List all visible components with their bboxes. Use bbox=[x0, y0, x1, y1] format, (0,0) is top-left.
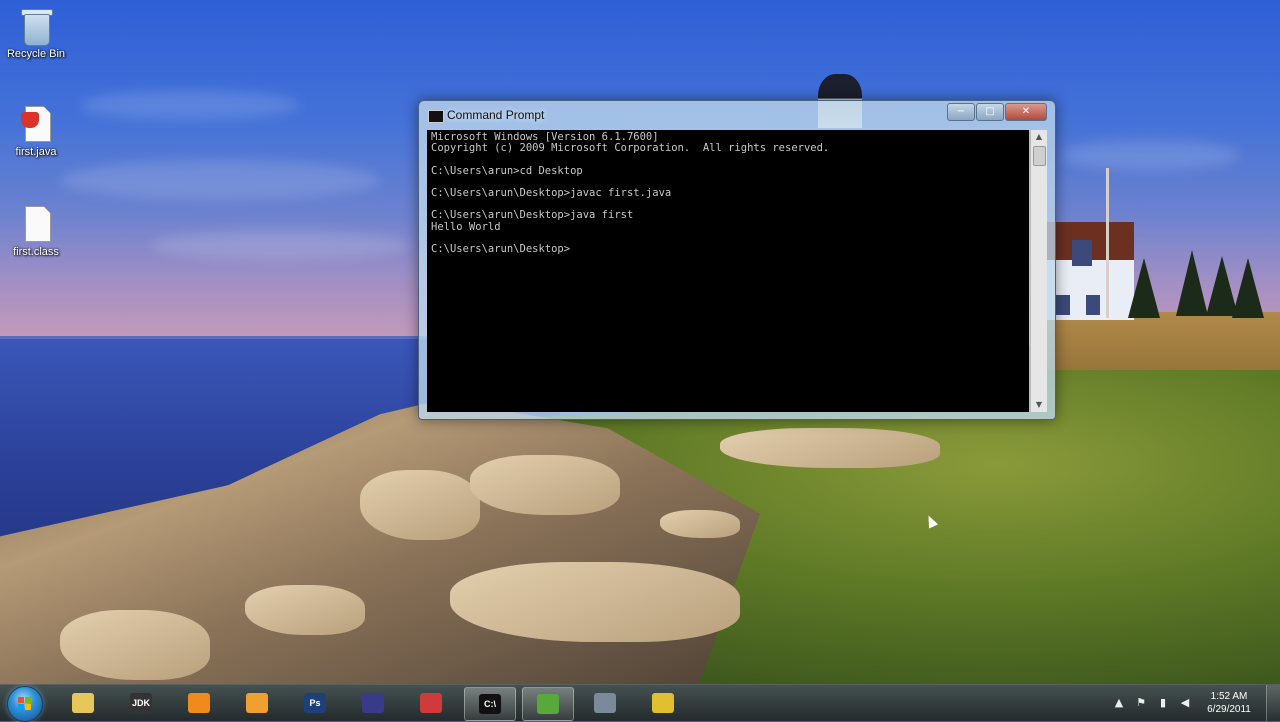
desktop-icon-label: first.class bbox=[13, 246, 59, 258]
command-prompt-window[interactable]: Command Prompt − □ ✕ Microsoft Windows [… bbox=[418, 100, 1056, 420]
java-file-icon bbox=[19, 104, 53, 144]
wallpaper-cloud bbox=[150, 230, 410, 260]
taskbar-icon-text bbox=[420, 693, 442, 713]
wallpaper-rock bbox=[660, 510, 740, 538]
wallpaper-tree bbox=[1176, 250, 1208, 316]
console-line: Hello World bbox=[431, 220, 501, 233]
network-icon[interactable]: ▮ bbox=[1156, 696, 1170, 710]
vlc-icon bbox=[188, 693, 210, 713]
taskbar-icon-text: JDK bbox=[131, 698, 150, 708]
photoshop-taskbar-button[interactable]: Ps bbox=[290, 687, 340, 719]
desktop-icon-label: first.java bbox=[15, 146, 57, 158]
app-taskbar-button[interactable] bbox=[232, 687, 282, 719]
cmd-icon bbox=[428, 110, 444, 123]
console-line: C:\Users\arun\Desktop> bbox=[431, 242, 571, 255]
close-button[interactable]: ✕ bbox=[1005, 103, 1047, 121]
volume-icon[interactable]: ◀ bbox=[1178, 696, 1192, 710]
clock-date: 6/29/2011 bbox=[1207, 704, 1251, 715]
wallpaper-rock bbox=[60, 610, 210, 680]
scroll-down-arrow-icon[interactable]: ▼ bbox=[1031, 398, 1047, 412]
console-line: C:\Users\arun>cd Desktop bbox=[431, 164, 583, 177]
window-title: Command Prompt bbox=[447, 108, 545, 122]
taskbar-icon-text bbox=[362, 693, 384, 713]
clock-time: 1:52 AM bbox=[1210, 691, 1248, 702]
cmd-taskbar-button[interactable]: C:\ bbox=[464, 687, 516, 721]
notepad-taskbar-button[interactable] bbox=[522, 687, 574, 721]
show-desktop-button[interactable] bbox=[1266, 685, 1280, 721]
settings-taskbar-button[interactable] bbox=[580, 687, 630, 719]
explorer-taskbar-button[interactable] bbox=[58, 687, 108, 719]
scrollbar-thumb[interactable] bbox=[1033, 146, 1046, 166]
wallpaper-cloud bbox=[80, 90, 300, 120]
console-line: C:\Users\arun\Desktop>javac first.java bbox=[431, 186, 672, 199]
eclipse-icon bbox=[362, 693, 384, 713]
desktop-icon-first-java[interactable]: first.java bbox=[1, 104, 71, 158]
desktop-icon-label: Recycle Bin bbox=[6, 48, 66, 60]
desktop-icon-recycle-bin[interactable]: Recycle Bin bbox=[1, 6, 71, 60]
taskbar-icon-text: C:\ bbox=[484, 699, 496, 709]
wallpaper-rock bbox=[470, 455, 620, 515]
chrome-taskbar-button[interactable] bbox=[638, 687, 688, 719]
minimize-button[interactable]: − bbox=[947, 103, 975, 121]
wallpaper-tree bbox=[1232, 258, 1264, 318]
wallpaper-house-window bbox=[1056, 295, 1070, 315]
jdk-taskbar-button[interactable]: JDK bbox=[116, 687, 166, 719]
taskbar-icon-text bbox=[652, 693, 674, 713]
start-button[interactable] bbox=[7, 686, 43, 722]
wallpaper-rock bbox=[720, 428, 940, 468]
taskbar-icon-text bbox=[594, 693, 616, 713]
app-icon bbox=[246, 693, 268, 713]
eclipse-taskbar-button[interactable] bbox=[348, 687, 398, 719]
taskbar-icon-text: Ps bbox=[309, 698, 321, 708]
class-file-icon bbox=[19, 204, 53, 244]
chrome-icon bbox=[652, 693, 674, 713]
cmd-icon: C:\ bbox=[479, 694, 501, 714]
wallpaper-flagpole bbox=[1106, 168, 1109, 318]
wallpaper-cloud bbox=[60, 160, 380, 200]
jdk-icon: JDK bbox=[130, 693, 152, 713]
windows-logo-icon bbox=[18, 697, 32, 711]
taskbar-icon-text bbox=[246, 693, 268, 713]
wallpaper-rock bbox=[245, 585, 365, 635]
photoshop-icon: Ps bbox=[304, 693, 326, 713]
folder-icon bbox=[72, 693, 94, 713]
window-titlebar[interactable]: Command Prompt − □ ✕ bbox=[419, 101, 1055, 129]
console-line: Copyright (c) 2009 Microsoft Corporation… bbox=[431, 142, 830, 155]
gear-icon bbox=[594, 693, 616, 713]
scroll-up-arrow-icon[interactable]: ▲ bbox=[1031, 130, 1047, 144]
taskbar: JDK Ps C:\ ▲ ⚑ ▮ ◀ 1:52 AM 6/29/2011 bbox=[0, 684, 1280, 722]
action-center-icon[interactable]: ⚑ bbox=[1134, 696, 1148, 710]
wallpaper-rock bbox=[450, 562, 740, 642]
recycle-bin-icon bbox=[19, 6, 53, 46]
vertical-scrollbar[interactable]: ▲ ▼ bbox=[1030, 130, 1047, 412]
taskbar-icon-text bbox=[537, 694, 559, 714]
media-taskbar-button[interactable] bbox=[406, 687, 456, 719]
wallpaper-rock bbox=[360, 470, 480, 540]
notepad-icon bbox=[537, 694, 559, 714]
show-hidden-icons[interactable]: ▲ bbox=[1112, 696, 1126, 710]
window-controls: − □ ✕ bbox=[946, 103, 1047, 121]
console-output[interactable]: Microsoft Windows [Version 6.1.7600] Copy… bbox=[427, 130, 1029, 412]
vlc-taskbar-button[interactable] bbox=[174, 687, 224, 719]
console-line: C:\Users\arun\Desktop>java first bbox=[431, 209, 634, 222]
wallpaper-house-window bbox=[1086, 295, 1100, 315]
wallpaper-house-window bbox=[1072, 240, 1092, 266]
desktop-icon-first-class[interactable]: first.class bbox=[1, 204, 71, 258]
wallpaper-tree bbox=[1128, 258, 1160, 318]
maximize-button[interactable]: □ bbox=[976, 103, 1004, 121]
taskbar-icon-text bbox=[72, 693, 94, 713]
taskbar-icon-text bbox=[188, 693, 210, 713]
media-icon bbox=[420, 693, 442, 713]
wallpaper-cloud bbox=[1060, 140, 1240, 170]
system-clock[interactable]: 1:52 AM 6/29/2011 bbox=[1198, 690, 1260, 716]
